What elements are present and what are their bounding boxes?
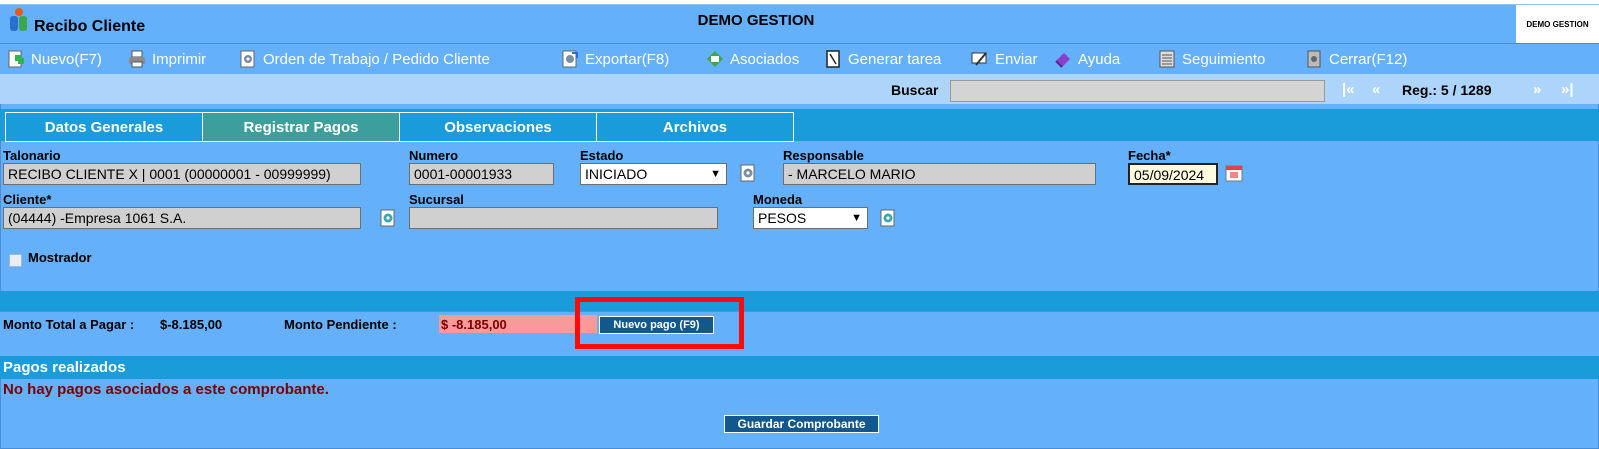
export-icon <box>562 50 578 68</box>
empty-pagos-message: No hay pagos asociados a este comprobant… <box>3 381 329 398</box>
associated-icon <box>707 51 723 67</box>
last-record-button[interactable]: »| <box>1561 81 1574 98</box>
record-counter: Reg.: 5 / 1289 <box>1402 82 1492 98</box>
send-icon <box>971 52 987 66</box>
pagos-title: Pagos realizados <box>3 359 126 376</box>
save-voucher-button[interactable]: Guardar Comprobante <box>724 415 879 433</box>
work-order-label: Orden de Trabajo / Pedido Cliente <box>263 50 490 68</box>
fecha-input[interactable]: 05/09/2024 <box>1128 163 1218 185</box>
mostrador-checkbox[interactable] <box>9 254 22 267</box>
export-button[interactable]: Exportar(F8) <box>560 48 669 70</box>
calendar-icon[interactable] <box>1223 162 1245 184</box>
sucursal-field[interactable] <box>409 207 718 229</box>
export-label: Exportar(F8) <box>585 50 670 68</box>
montos-section <box>0 311 1599 356</box>
close-button[interactable]: Cerrar(F12) <box>1304 48 1407 70</box>
cliente-search-icon[interactable] <box>377 207 399 229</box>
search-bar <box>0 74 1599 104</box>
associated-button[interactable]: Asociados <box>705 48 799 70</box>
moneda-label: Moneda <box>753 192 803 207</box>
cliente-label: Cliente* <box>3 192 52 207</box>
tab-archivos[interactable]: Archivos <box>596 112 794 142</box>
print-label: Imprimir <box>152 50 207 68</box>
moneda-search-icon[interactable] <box>877 207 899 229</box>
close-label: Cerrar(F12) <box>1329 50 1408 68</box>
associated-label: Asociados <box>730 50 800 68</box>
tracking-icon <box>1159 50 1175 68</box>
task-icon <box>826 50 840 68</box>
tab-datos-generales[interactable]: Datos Generales <box>5 112 203 142</box>
tab-registrar-pagos[interactable]: Registrar Pagos <box>202 112 400 142</box>
send-button[interactable]: Enviar <box>970 48 1038 70</box>
tracking-label: Seguimiento <box>1182 50 1266 68</box>
moneda-value: PESOS <box>758 210 807 226</box>
monto-pendiente-value: $ -8.185,00 <box>441 317 507 332</box>
print-button[interactable]: Imprimir <box>127 48 206 70</box>
new-button[interactable]: Nuevo(F7) <box>6 48 102 70</box>
numero-field[interactable]: 0001-00001933 <box>409 163 554 185</box>
mostrador-label: Mostrador <box>28 250 92 265</box>
previous-record-button[interactable]: « <box>1372 81 1380 98</box>
new-label: Nuevo(F7) <box>31 50 102 68</box>
talonario-label: Talonario <box>3 148 61 163</box>
monto-total-label: Monto Total a Pagar : <box>3 317 135 332</box>
new-icon <box>8 50 24 68</box>
help-button[interactable]: Ayuda <box>1053 48 1120 70</box>
responsable-label: Responsable <box>783 148 864 163</box>
help-label: Ayuda <box>1078 50 1121 68</box>
estado-label: Estado <box>580 148 624 163</box>
tracking-button[interactable]: Seguimiento <box>1157 48 1265 70</box>
generate-task-button[interactable]: Generar tarea <box>823 48 941 70</box>
company-name: DEMO GESTION <box>697 12 815 29</box>
work-order-button[interactable]: Orden de Trabajo / Pedido Cliente <box>238 48 490 70</box>
close-icon <box>1307 50 1321 68</box>
chevron-down-icon: ▼ <box>710 168 721 180</box>
talonario-field[interactable]: RECIBO CLIENTE X | 0001 (00000001 - 0099… <box>3 163 361 185</box>
toolbar: Nuevo(F7) Imprimir Orden de Trabajo / Pe… <box>0 43 1599 74</box>
tab-observaciones[interactable]: Observaciones <box>399 112 597 142</box>
chevron-down-icon: ▼ <box>851 212 862 224</box>
section-divider <box>0 291 1599 311</box>
moneda-select[interactable]: PESOS ▼ <box>753 207 868 229</box>
search-input[interactable] <box>950 80 1325 102</box>
estado-history-icon[interactable] <box>737 162 759 184</box>
company-logo: DEMO GESTION <box>1516 5 1599 43</box>
monto-total-value: $-8.185,00 <box>160 317 223 332</box>
monto-pendiente-label: Monto Pendiente : <box>284 317 397 332</box>
sucursal-label: Sucursal <box>409 192 464 207</box>
printer-icon <box>129 50 145 68</box>
responsable-field[interactable]: - MARCELO MARIO <box>783 163 1096 185</box>
fecha-label: Fecha* <box>1128 148 1171 163</box>
cliente-field[interactable]: (04444) -Empresa 1061 S.A. <box>3 207 361 229</box>
estado-value: INICIADO <box>585 166 648 182</box>
numero-label: Numero <box>409 148 459 163</box>
search-label: Buscar <box>891 82 939 98</box>
estado-select[interactable]: INICIADO ▼ <box>580 163 727 185</box>
help-icon <box>1055 53 1070 68</box>
next-record-button[interactable]: » <box>1533 81 1541 98</box>
pagos-header <box>0 356 1599 379</box>
generate-task-label: Generar tarea <box>848 50 942 68</box>
first-record-button[interactable]: |« <box>1342 81 1355 98</box>
highlight-annotation <box>575 297 744 349</box>
send-label: Enviar <box>995 50 1038 68</box>
gear-icon <box>240 50 255 68</box>
